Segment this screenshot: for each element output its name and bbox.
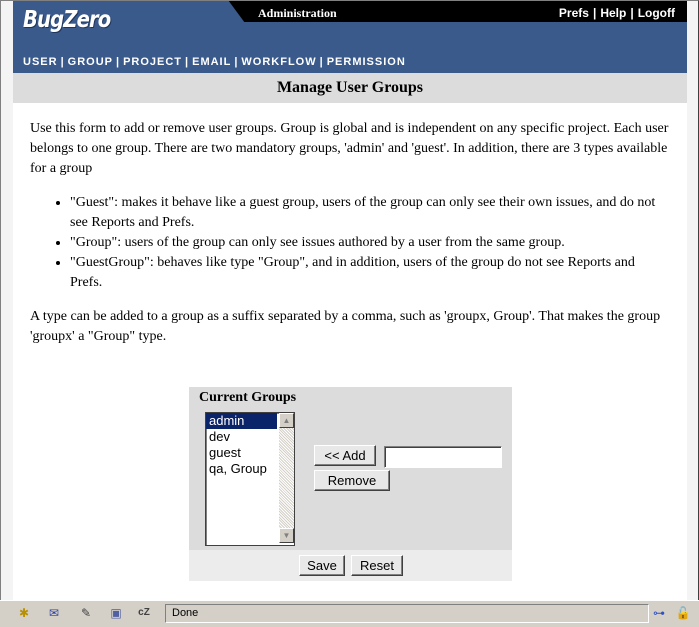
- prefs-link[interactable]: Prefs: [555, 6, 593, 20]
- help-link[interactable]: Help: [596, 6, 630, 20]
- network-icon[interactable]: ✱: [16, 606, 32, 620]
- connection-icon[interactable]: ⊶: [649, 606, 669, 620]
- group-option[interactable]: qa, Group: [206, 461, 277, 477]
- remove-group-button[interactable]: Remove: [314, 470, 390, 491]
- section-title: Administration: [258, 6, 337, 20]
- nav-workflow[interactable]: WORKFLOW: [241, 56, 316, 68]
- status-text: Done: [165, 604, 649, 623]
- listbox-scrollbar[interactable]: ▲ ▼: [279, 413, 294, 543]
- type-group-item: "Group": users of the group can only see…: [70, 233, 670, 253]
- group-option[interactable]: admin: [206, 413, 277, 429]
- nav-permission[interactable]: PERMISSION: [327, 56, 406, 68]
- admin-nav: USER | GROUP | PROJECT | EMAIL | WORKFLOW | PERMIS…: [23, 56, 406, 68]
- type-guestgroup-item: "GuestGroup": behaves like type "Group",…: [70, 253, 670, 293]
- groups-panel: Current Groups admin dev guest qa, Group…: [189, 387, 512, 581]
- help-text: Use this form to add or remove user grou…: [30, 119, 670, 361]
- current-groups-title: Current Groups: [199, 390, 297, 405]
- reset-button[interactable]: Reset: [351, 555, 403, 576]
- add-group-button[interactable]: << Add: [314, 445, 376, 466]
- new-group-input[interactable]: [384, 446, 502, 468]
- type-list: "Guest": makes it behave like a guest gr…: [30, 193, 670, 293]
- nav-user[interactable]: USER: [23, 56, 58, 68]
- page-title: Manage User Groups: [13, 73, 687, 103]
- browser-content: BugZero Administration Prefs | Help | Logoff…: [0, 0, 699, 601]
- page: BugZero Administration Prefs | Help | Logoff…: [13, 1, 687, 601]
- security-lock-icon[interactable]: 🔓: [675, 606, 691, 620]
- mail-icon[interactable]: ✉: [46, 606, 62, 620]
- group-option[interactable]: dev: [206, 429, 277, 445]
- top-links: Prefs | Help | Logoff: [555, 6, 679, 20]
- scroll-up-arrow-icon[interactable]: ▲: [279, 413, 294, 428]
- suffix-note: A type can be added to a group as a suff…: [30, 309, 661, 344]
- status-bar: ✱ ✉ ✎ ▣ cZ Done ⊶ 🔓: [0, 600, 699, 627]
- group-option[interactable]: guest: [206, 445, 277, 461]
- irc-icon[interactable]: cZ: [136, 606, 152, 620]
- nav-group[interactable]: GROUP: [68, 56, 113, 68]
- type-guest-item: "Guest": makes it behave like a guest gr…: [70, 193, 670, 233]
- intro-paragraph: Use this form to add or remove user grou…: [30, 121, 669, 176]
- logoff-link[interactable]: Logoff: [634, 6, 679, 20]
- composer-icon[interactable]: ✎: [78, 606, 94, 620]
- right-margin: [686, 1, 698, 601]
- save-button[interactable]: Save: [299, 555, 345, 576]
- scroll-down-arrow-icon[interactable]: ▼: [279, 528, 294, 543]
- bugzero-logo[interactable]: BugZero: [23, 7, 111, 33]
- nav-project[interactable]: PROJECT: [123, 56, 182, 68]
- groups-listbox[interactable]: admin dev guest qa, Group ▲ ▼: [205, 412, 295, 546]
- address-book-icon[interactable]: ▣: [108, 606, 124, 620]
- nav-email[interactable]: EMAIL: [192, 56, 231, 68]
